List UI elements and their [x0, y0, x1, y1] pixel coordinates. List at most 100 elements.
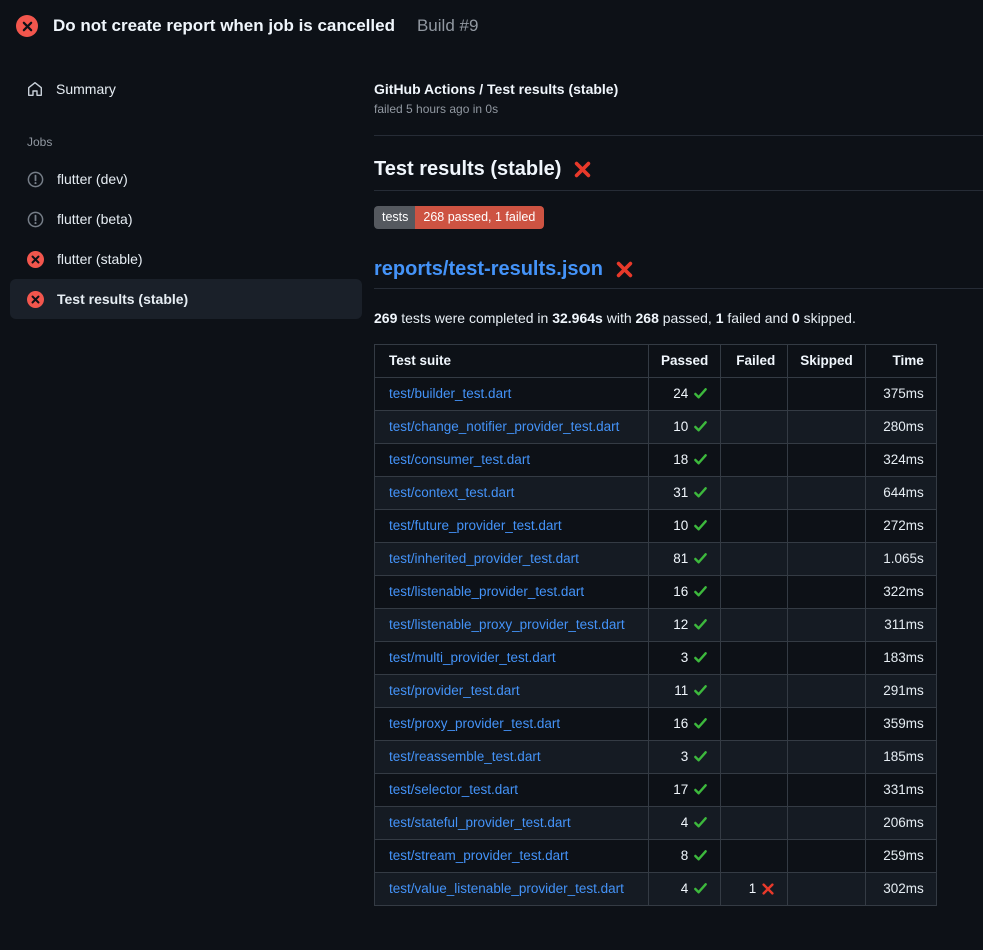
sidebar-item-job[interactable]: Test results (stable) — [10, 279, 362, 319]
jobs-section-label: Jobs — [0, 135, 374, 149]
test-suite-link[interactable]: test/multi_provider_test.dart — [389, 650, 556, 665]
test-suite-cell: test/stream_provider_test.dart — [375, 839, 649, 872]
failed-status-icon — [16, 15, 38, 37]
report-heading-link[interactable]: reports/test-results.json — [374, 258, 603, 281]
skipped-cell — [788, 872, 866, 905]
failed-cell — [721, 839, 788, 872]
failed-cell — [721, 806, 788, 839]
check-icon — [693, 683, 708, 698]
skipped-cell — [788, 410, 866, 443]
test-suite-link[interactable]: test/inherited_provider_test.dart — [389, 551, 579, 566]
test-suite-link[interactable]: test/stateful_provider_test.dart — [389, 815, 571, 830]
sidebar-item-label: Summary — [56, 81, 116, 97]
test-suite-link[interactable]: test/listenable_proxy_provider_test.dart — [389, 617, 625, 632]
column-header-passed: Passed — [649, 344, 721, 377]
sidebar-item-job[interactable]: flutter (stable) — [10, 239, 362, 279]
passed-cell-count: 12 — [673, 617, 688, 632]
failed-cell — [721, 773, 788, 806]
section-heading: Test results (stable) — [374, 158, 983, 181]
cross-mark-icon — [573, 160, 592, 179]
time-cell: 206ms — [865, 806, 936, 839]
check-run-header: Do not create report when job is cancell… — [0, 0, 983, 51]
sidebar-item-job[interactable]: flutter (beta) — [10, 199, 362, 239]
sidebar-item-label: flutter (stable) — [57, 251, 143, 267]
run-status-line: failed 5 hours ago in 0s — [374, 102, 983, 116]
skipped-cell — [788, 443, 866, 476]
check-icon — [693, 749, 708, 764]
summary-skipped: 0 — [792, 310, 800, 326]
test-suite-link[interactable]: test/consumer_test.dart — [389, 452, 530, 467]
table-header-row: Test suite Passed Failed Skipped Time — [375, 344, 937, 377]
passed-cell: 31 — [649, 476, 721, 509]
test-suite-link[interactable]: test/provider_test.dart — [389, 683, 520, 698]
test-suite-cell: test/multi_provider_test.dart — [375, 641, 649, 674]
test-suite-cell: test/future_provider_test.dart — [375, 509, 649, 542]
table-row: test/selector_test.dart 17 331ms — [375, 773, 937, 806]
test-suite-link[interactable]: test/value_listenable_provider_test.dart — [389, 881, 624, 896]
test-suite-link[interactable]: test/future_provider_test.dart — [389, 518, 562, 533]
passed-cell: 16 — [649, 575, 721, 608]
skipped-cell — [788, 674, 866, 707]
badge-value: 268 passed, 1 failed — [415, 206, 544, 229]
x-icon — [761, 882, 775, 896]
test-suite-link[interactable]: test/builder_test.dart — [389, 386, 511, 401]
check-icon — [693, 551, 708, 566]
passed-cell: 11 — [649, 674, 721, 707]
failed-cell — [721, 509, 788, 542]
passed-cell-count: 24 — [673, 386, 688, 401]
time-cell: 280ms — [865, 410, 936, 443]
passed-cell: 8 — [649, 839, 721, 872]
summary-duration: 32.964s — [552, 310, 603, 326]
skipped-cell — [788, 839, 866, 872]
skipped-cell — [788, 641, 866, 674]
test-suite-link[interactable]: test/change_notifier_provider_test.dart — [389, 419, 619, 434]
test-suite-cell: test/selector_test.dart — [375, 773, 649, 806]
time-cell: 183ms — [865, 641, 936, 674]
table-row: test/listenable_proxy_provider_test.dart… — [375, 608, 937, 641]
check-icon — [693, 881, 708, 896]
main-content: GitHub Actions / Test results (stable) f… — [374, 51, 983, 906]
test-suite-link[interactable]: test/reassemble_test.dart — [389, 749, 541, 764]
passed-cell-count: 18 — [673, 452, 688, 467]
home-icon — [27, 81, 43, 97]
test-suite-cell: test/value_listenable_provider_test.dart — [375, 872, 649, 905]
passed-cell-count: 10 — [673, 419, 688, 434]
table-row: test/inherited_provider_test.dart811.065… — [375, 542, 937, 575]
time-cell: 644ms — [865, 476, 936, 509]
skipped-cell — [788, 542, 866, 575]
column-header-skipped: Skipped — [788, 344, 866, 377]
test-suite-link[interactable]: test/proxy_provider_test.dart — [389, 716, 560, 731]
sidebar-item-summary[interactable]: Summary — [10, 69, 362, 109]
passed-cell: 17 — [649, 773, 721, 806]
column-header-time: Time — [865, 344, 936, 377]
sidebar-item-job[interactable]: flutter (dev) — [10, 159, 362, 199]
check-icon — [693, 584, 708, 599]
check-icon — [693, 782, 708, 797]
failed-cell — [721, 476, 788, 509]
passed-cell-count: 3 — [681, 749, 689, 764]
table-row: test/multi_provider_test.dart3183ms — [375, 641, 937, 674]
test-suite-link[interactable]: test/selector_test.dart — [389, 782, 518, 797]
skipped-cell — [788, 608, 866, 641]
summary-passed: 268 — [636, 310, 659, 326]
passed-cell: 10 — [649, 410, 721, 443]
breadcrumb: GitHub Actions / Test results (stable) — [374, 81, 983, 97]
test-suite-cell: test/context_test.dart — [375, 476, 649, 509]
tests-summary-line: 269 tests were completed in 32.964s with… — [374, 310, 983, 326]
passed-cell-count: 8 — [681, 848, 689, 863]
test-suite-link[interactable]: test/stream_provider_test.dart — [389, 848, 568, 863]
table-row: test/builder_test.dart24375ms — [375, 377, 937, 410]
build-number: Build #9 — [417, 16, 478, 36]
test-suite-cell: test/listenable_provider_test.dart — [375, 575, 649, 608]
passed-cell-count: 10 — [673, 518, 688, 533]
report-heading: reports/test-results.json — [374, 258, 983, 281]
passed-cell: 81 — [649, 542, 721, 575]
skipped-cell — [788, 740, 866, 773]
test-suite-link[interactable]: test/listenable_provider_test.dart — [389, 584, 584, 599]
test-suite-link[interactable]: test/context_test.dart — [389, 485, 514, 500]
table-row: test/stateful_provider_test.dart4206ms — [375, 806, 937, 839]
check-icon — [693, 716, 708, 731]
time-cell: 331ms — [865, 773, 936, 806]
skipped-cell — [788, 806, 866, 839]
check-icon — [693, 419, 708, 434]
